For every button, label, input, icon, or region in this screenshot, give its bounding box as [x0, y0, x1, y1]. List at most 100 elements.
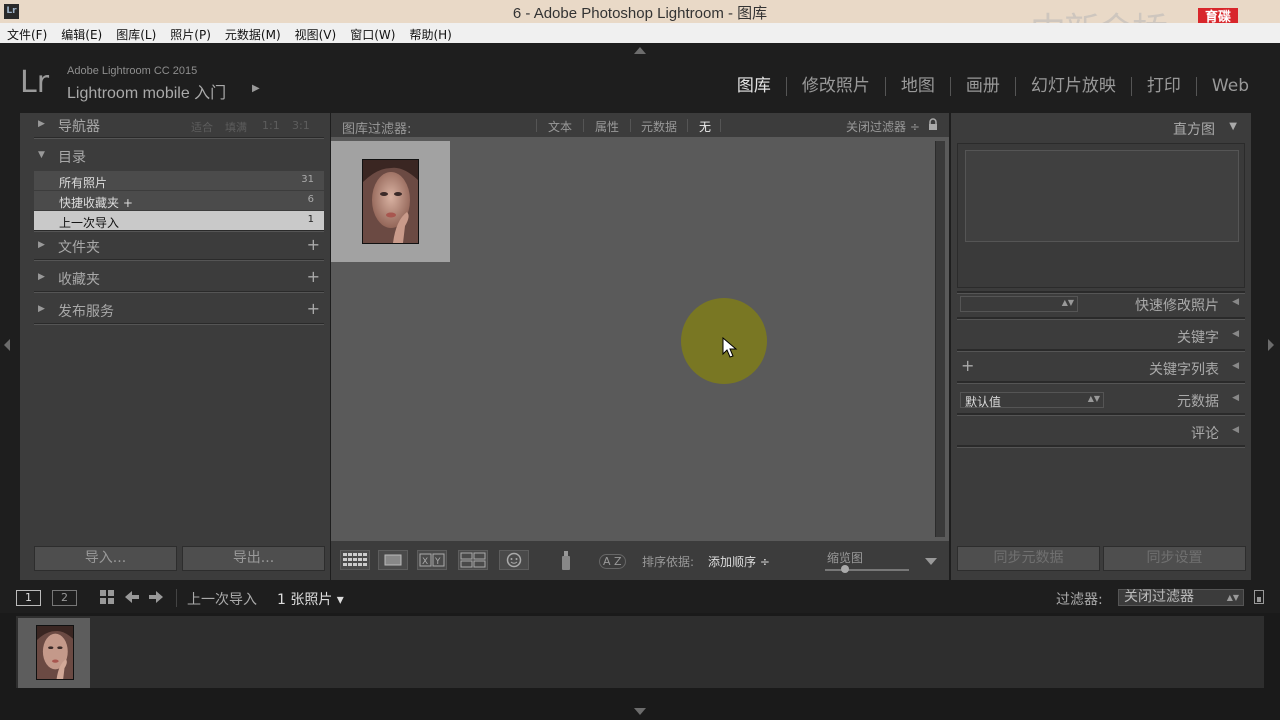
collapse-top-panel-icon[interactable] — [634, 47, 646, 54]
saved-preset-select[interactable]: ▲▼ — [960, 296, 1078, 312]
portrait-thumbnail[interactable] — [362, 159, 419, 244]
module-web[interactable]: Web — [1195, 77, 1264, 96]
menu-photo[interactable]: 照片(P) — [163, 23, 218, 43]
play-arrow-icon[interactable]: ▶ — [252, 83, 260, 94]
secondary-window-button[interactable]: 2 — [52, 590, 77, 606]
zoom-3-1[interactable]: 3:1 — [292, 119, 310, 132]
compare-view-button[interactable]: XY — [417, 550, 447, 570]
product-name[interactable]: Lightroom mobile 入门 — [67, 79, 226, 103]
loupe-view-button[interactable] — [378, 550, 408, 570]
module-slideshow[interactable]: 幻灯片放映 — [1014, 77, 1131, 96]
zoom-fit[interactable]: 适合 — [191, 119, 213, 135]
collapse-arrow-icon: ▼ — [38, 150, 45, 160]
metadata-header[interactable]: 默认值 ▲▼ 元数据 ◀ — [957, 388, 1245, 412]
filter-tab-attribute[interactable]: 属性 — [595, 118, 619, 135]
lightroom-logo: Lr — [20, 65, 50, 100]
catalog-item-label: 所有照片 — [59, 176, 108, 190]
menu-view[interactable]: 视图(V) — [288, 23, 344, 43]
module-develop[interactable]: 修改照片 — [785, 77, 885, 96]
zoom-1-1[interactable]: 1:1 — [262, 119, 280, 132]
add-publish-service-icon[interactable]: + — [307, 299, 320, 318]
sync-metadata-button[interactable]: 同步元数据 — [957, 546, 1100, 571]
filmstrip-filter-value: 关闭过滤器 — [1124, 589, 1194, 605]
module-print[interactable]: 打印 — [1130, 77, 1196, 96]
import-button[interactable]: 导入... — [34, 546, 177, 571]
panel-divider — [957, 413, 1245, 416]
histogram-header[interactable]: 直方图 ▼ — [951, 113, 1251, 139]
collections-header[interactable]: ▶ 收藏夹 + — [34, 266, 324, 290]
add-folder-icon[interactable]: + — [307, 235, 320, 254]
filter-lock-icon[interactable] — [1254, 590, 1264, 604]
keyword-list-header[interactable]: + 关键字列表 ◀ — [957, 356, 1245, 380]
quick-develop-header[interactable]: ▲▼ 快速修改照片 ◀ — [957, 292, 1245, 316]
zoom-fill[interactable]: 填满 — [225, 119, 247, 135]
grid-scrollbar[interactable] — [935, 141, 945, 537]
add-collection-icon[interactable]: + — [307, 267, 320, 286]
menu-edit[interactable]: 编辑(E) — [54, 23, 109, 43]
sync-settings-button[interactable]: 同步设置 — [1103, 546, 1246, 571]
sort-direction-icon[interactable]: A Z — [599, 551, 626, 569]
library-toolbar: XY A Z 排序依据: 添加顺序 ÷ 缩览图 — [331, 541, 949, 580]
toolbar-options-dropdown-icon[interactable] — [925, 558, 937, 565]
forward-arrow-icon[interactable] — [148, 590, 164, 608]
filmstrip-cell[interactable] — [18, 618, 90, 688]
metadata-label: 元数据 — [1177, 394, 1219, 410]
bottom-edge — [0, 688, 1280, 720]
filter-tab-metadata[interactable]: 元数据 — [641, 118, 677, 135]
primary-window-button[interactable]: 1 — [16, 590, 41, 606]
add-keyword-icon[interactable]: + — [961, 356, 974, 375]
keywording-label: 关键字 — [1177, 330, 1219, 346]
menu-file[interactable]: 文件(F) — [0, 23, 54, 43]
catalog-item-quick-collection[interactable]: 快捷收藏夹 + 6 — [34, 191, 324, 210]
filmstrip — [16, 616, 1264, 688]
photo-count[interactable]: 1 张照片 ▾ — [277, 589, 344, 609]
portrait-thumbnail[interactable] — [36, 625, 74, 680]
spray-can-icon[interactable] — [559, 549, 573, 572]
catalog-item-previous-import[interactable]: 上一次导入 1 — [34, 211, 324, 230]
sort-order-select[interactable]: 添加顺序 ÷ — [708, 553, 770, 570]
publish-services-header[interactable]: ▶ 发布服务 + — [34, 298, 324, 322]
menu-window[interactable]: 窗口(W) — [343, 23, 402, 43]
panel-divider — [34, 230, 324, 232]
grid-view-button[interactable] — [340, 550, 370, 570]
expand-arrow-icon: ◀ — [1232, 393, 1239, 403]
sort-label: 排序依据: — [642, 555, 695, 569]
histogram-display — [965, 150, 1239, 242]
module-library[interactable]: 图库 — [722, 77, 786, 96]
thumbnail-size-slider[interactable] — [825, 569, 909, 571]
module-map[interactable]: 地图 — [884, 77, 950, 96]
menu-help[interactable]: 帮助(H) — [402, 23, 458, 43]
lock-icon[interactable] — [928, 118, 938, 131]
collapse-left-panel-icon[interactable] — [4, 339, 10, 351]
collapse-right-panel-icon[interactable] — [1268, 339, 1274, 351]
metadata-preset-select[interactable]: 默认值 ▲▼ — [960, 392, 1104, 409]
keyword-list-label: 关键字列表 — [1149, 362, 1219, 378]
module-picker: 图库 修改照片 地图 画册 幻灯片放映 打印 Web — [722, 77, 1264, 96]
comments-header[interactable]: 评论 ◀ — [957, 420, 1245, 444]
menu-library[interactable]: 图库(L) — [109, 23, 163, 43]
module-book[interactable]: 画册 — [949, 77, 1015, 96]
people-view-button[interactable] — [499, 550, 529, 570]
export-button[interactable]: 导出... — [182, 546, 325, 571]
catalog-label: 目录 — [58, 150, 86, 166]
thumbnail-size-slider-handle[interactable] — [841, 565, 849, 573]
grid-cell[interactable] — [331, 141, 450, 262]
filter-tab-text[interactable]: 文本 — [548, 118, 572, 135]
collapse-filmstrip-icon[interactable] — [634, 708, 646, 715]
catalog-item-all-photos[interactable]: 所有照片 31 — [34, 171, 324, 190]
menu-metadata[interactable]: 元数据(M) — [218, 23, 288, 43]
catalog-header[interactable]: ▼ 目录 — [34, 144, 324, 168]
filter-tab-none[interactable]: 无 — [699, 118, 711, 135]
survey-view-button[interactable] — [458, 550, 488, 570]
keywording-header[interactable]: 关键字 ◀ — [957, 324, 1245, 348]
svg-text:Y: Y — [434, 557, 441, 567]
filter-preset-select[interactable]: 关闭过滤器 ÷ — [846, 118, 920, 135]
filmstrip-source[interactable]: 上一次导入 — [187, 589, 257, 609]
grid-icon[interactable] — [100, 590, 114, 608]
filmstrip-filter-select[interactable]: 关闭过滤器 ▲▼ — [1118, 589, 1244, 606]
menu-bar: 文件(F) 编辑(E) 图库(L) 照片(P) 元数据(M) 视图(V) 窗口(… — [0, 23, 1280, 43]
thumbnail-size-label: 缩览图 — [827, 551, 864, 565]
back-arrow-icon[interactable] — [124, 590, 140, 608]
navigator-header[interactable]: ▶ 导航器 适合 填满 1:1 3:1 — [34, 113, 324, 137]
folders-header[interactable]: ▶ 文件夹 + — [34, 234, 324, 258]
